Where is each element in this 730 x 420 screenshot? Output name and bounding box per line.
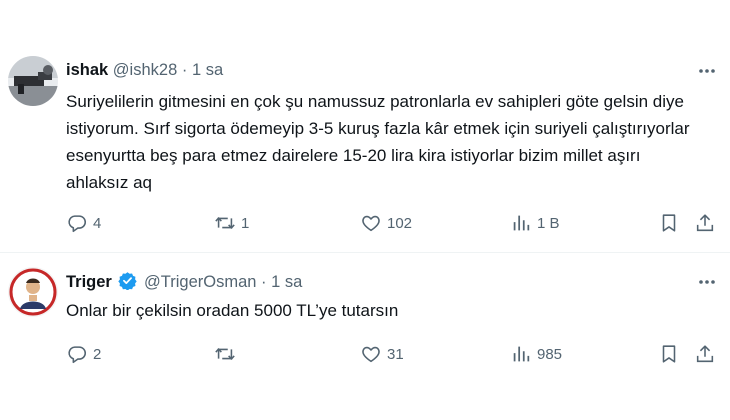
action-bar: 2 31 985 — [66, 341, 720, 367]
action-bar: 4 1 102 1 B — [66, 210, 720, 236]
separator-dot: · — [181, 61, 188, 79]
retweet-icon — [215, 348, 235, 360]
tweet-text: Onlar bir çekilsin oradan 5000 TL’ye tut… — [66, 301, 399, 320]
like-count: 31 — [387, 345, 404, 363]
like-button[interactable]: 31 — [360, 341, 404, 367]
more-icon[interactable] — [696, 271, 718, 293]
more-icon[interactable] — [696, 60, 718, 82]
views-icon — [513, 346, 530, 362]
bookmark-icon — [662, 345, 676, 363]
views-icon — [513, 215, 530, 231]
bookmark-icon — [662, 214, 676, 232]
like-count: 102 — [387, 214, 413, 232]
reply-count: 4 — [93, 214, 102, 232]
tweet-triger[interactable]: Triger @TrigerOsman · 1 sa Onlar bir çek… — [0, 253, 730, 420]
views-count: 1 B — [537, 214, 560, 232]
reply-icon — [68, 346, 87, 364]
handle[interactable]: @TrigerOsman — [144, 273, 256, 291]
handle[interactable]: @ishk28 — [113, 61, 177, 79]
views-button[interactable]: 985 — [510, 341, 562, 367]
views-count: 985 — [537, 345, 563, 363]
display-name[interactable]: ishak — [66, 61, 108, 79]
avatar-triger[interactable] — [8, 267, 58, 317]
share-icon — [696, 214, 714, 232]
tweet-header: Triger @TrigerOsman · 1 sa — [66, 271, 302, 295]
tweet-ishak[interactable]: ishak @ishk28 · 1 sa Suriyelilerin gitme… — [0, 0, 730, 252]
reply-count: 2 — [93, 345, 102, 363]
like-icon — [362, 215, 380, 232]
views-button[interactable]: 1 B — [510, 210, 560, 236]
retweet-button[interactable]: 1 — [214, 210, 249, 236]
display-name[interactable]: Triger — [66, 273, 112, 291]
share-icon — [696, 345, 714, 363]
reply-icon — [68, 215, 87, 233]
bookmark-button[interactable] — [658, 210, 680, 236]
share-button[interactable] — [694, 341, 716, 367]
reply-button[interactable]: 4 — [66, 210, 101, 236]
bookmark-button[interactable] — [658, 341, 680, 367]
verified-badge-icon[interactable] — [118, 271, 138, 295]
tweet-text: Suriyelilerin gitmesini en çok şu namuss… — [66, 92, 690, 192]
like-icon — [362, 346, 380, 363]
avatar-ishak[interactable] — [8, 56, 58, 106]
separator-dot: · — [261, 273, 267, 291]
reply-button[interactable]: 2 — [66, 341, 101, 367]
retweet-icon — [215, 217, 235, 229]
retweet-count: 1 — [241, 214, 250, 232]
share-button[interactable] — [694, 210, 716, 236]
like-button[interactable]: 102 — [360, 210, 412, 236]
retweet-button[interactable] — [214, 341, 241, 367]
tweet-header: ishak @ishk28 · 1 sa — [66, 60, 223, 80]
timestamp[interactable]: 1 sa — [192, 61, 223, 79]
timestamp[interactable]: 1 sa — [271, 273, 302, 291]
